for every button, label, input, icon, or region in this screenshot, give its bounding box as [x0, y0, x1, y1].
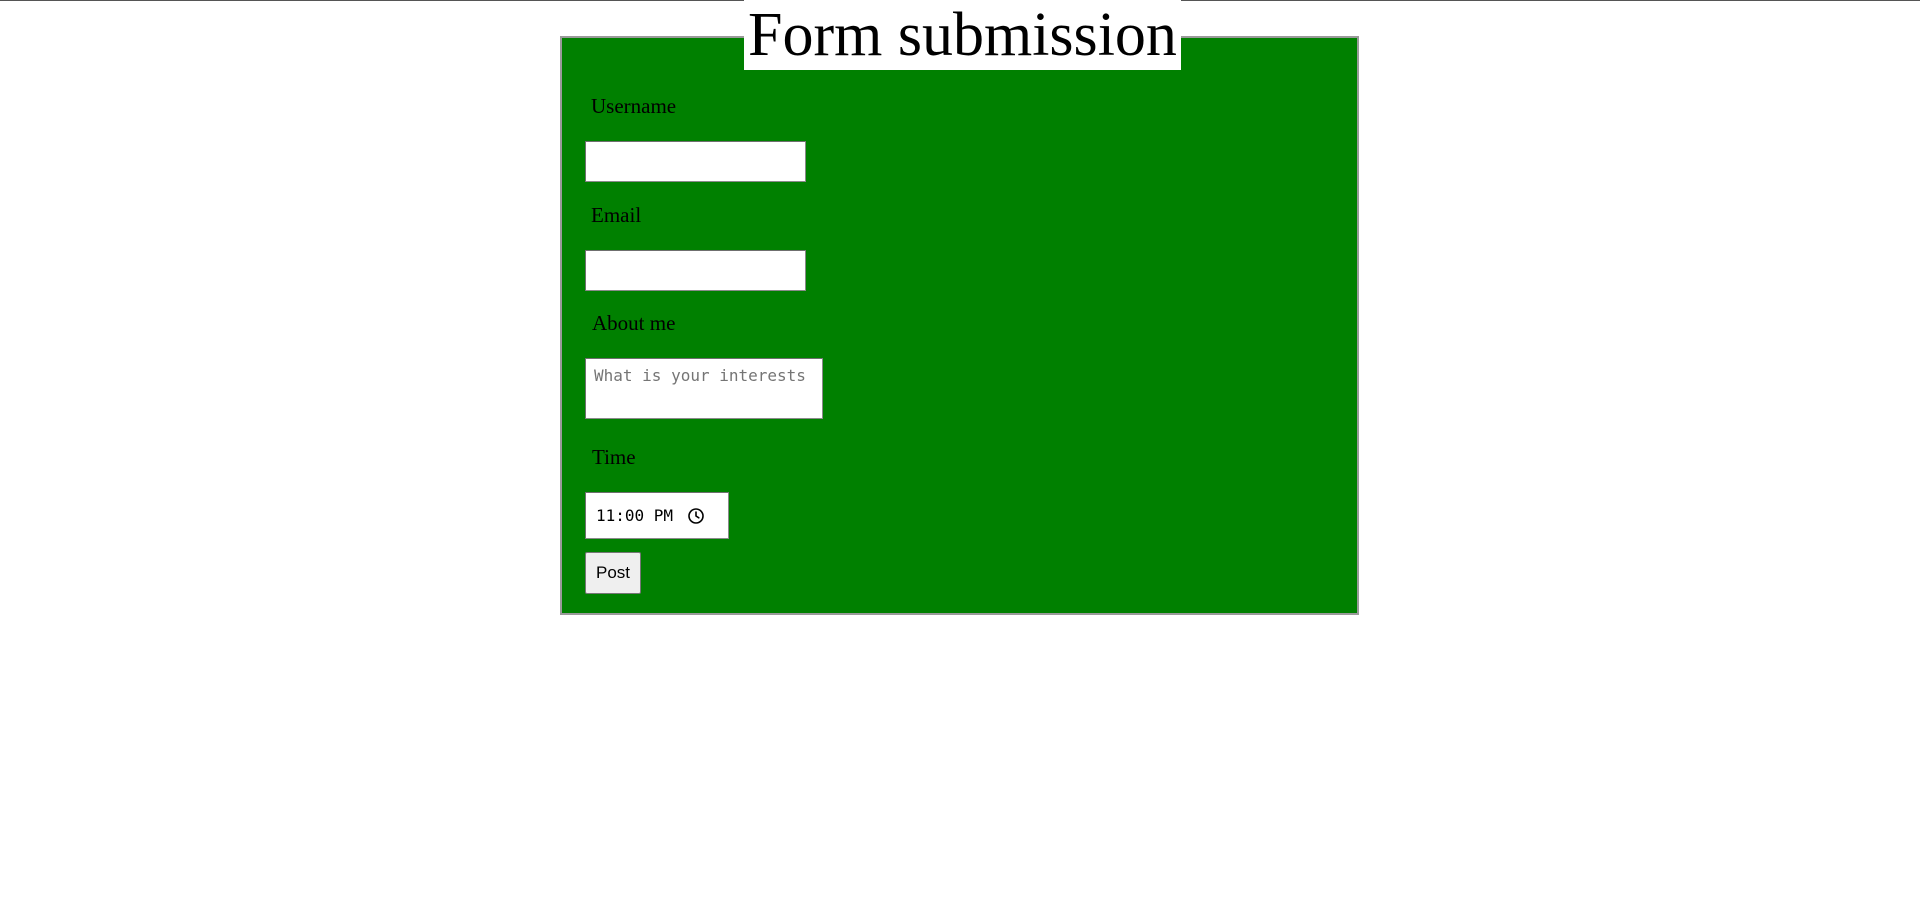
- form-legend-title: Form submission: [744, 0, 1181, 70]
- clock-icon[interactable]: [687, 507, 705, 525]
- time-label: Time: [592, 445, 636, 469]
- email-label: Email: [591, 203, 642, 227]
- time-input[interactable]: 11:00 PM: [585, 492, 729, 539]
- username-input[interactable]: [585, 141, 806, 182]
- username-label: Username: [591, 94, 677, 118]
- email-input[interactable]: [585, 250, 806, 291]
- about-me-label: About me: [592, 311, 676, 335]
- post-button[interactable]: Post: [585, 552, 641, 594]
- about-me-textarea[interactable]: [585, 358, 823, 419]
- time-value: 11:00 PM: [596, 506, 674, 525]
